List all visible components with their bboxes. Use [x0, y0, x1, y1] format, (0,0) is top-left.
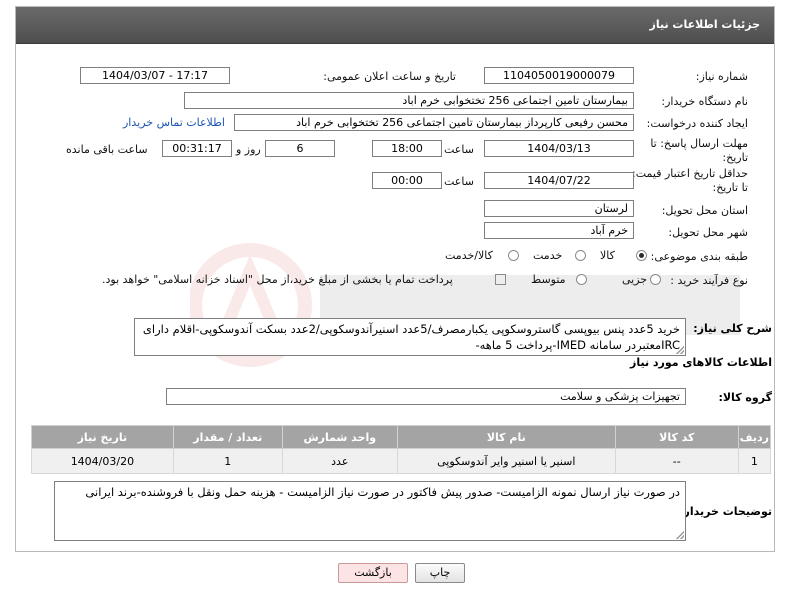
- treasury-payment-note: پرداخت تمام یا بخشی از مبلغ خرید،از محل …: [102, 273, 453, 286]
- items-table: ردیف کد کالا نام کالا واحد شمارش تعداد /…: [31, 425, 772, 474]
- remaining-time-field: 00:31:17: [162, 140, 232, 157]
- cell-qty: 1: [172, 448, 283, 474]
- category-radio-service[interactable]: [575, 250, 586, 261]
- back-button[interactable]: بازگشت: [338, 563, 408, 583]
- cell-row: 1: [737, 448, 772, 474]
- reply-deadline-label: مهلت ارسال پاسخ: تا تاریخ:: [650, 137, 748, 165]
- requester-field: محسن رفیعی کارپرداز بیمارستان تامین اجتم…: [234, 114, 634, 131]
- description-textarea: خرید 5عدد پنس بیوپسی گاستروسکوپی یکبارمص…: [134, 318, 686, 356]
- hours-remaining-label: ساعت باقی مانده: [66, 143, 148, 156]
- buyer-contact-link[interactable]: اطلاعات تماس خریدار: [123, 116, 225, 129]
- validity-hour-label: ساعت: [444, 175, 474, 188]
- cell-date: 1404/03/20: [31, 448, 174, 474]
- category-label: طبقه بندی موضوعی:: [650, 250, 748, 263]
- col-row: ردیف: [737, 425, 772, 449]
- buyer-notes-textarea: در صورت نیاز ارسال نمونه الزامیست- صدور …: [54, 481, 686, 541]
- col-qty: تعداد / مقدار: [172, 425, 283, 449]
- textarea-resize-handle[interactable]: [676, 346, 684, 354]
- description-text: خرید 5عدد پنس بیوپسی گاستروسکوپی یکبارمص…: [142, 322, 680, 352]
- price-validity-label: حداقل تاریخ اعتبار قیمت: تا تاریخ:: [632, 167, 748, 195]
- delivery-province-label: استان محل تحویل:: [661, 204, 748, 217]
- print-button[interactable]: چاپ: [415, 563, 465, 583]
- need-number-label: شماره نیاز:: [695, 70, 748, 83]
- goods-info-title: اطلاعات کالاهای مورد نیاز: [630, 356, 772, 369]
- purchase-type-label: نوع فرآیند خرید :: [670, 274, 748, 287]
- reply-time-field: 18:00: [372, 140, 442, 157]
- category-option-goods: کالا: [600, 249, 615, 262]
- price-validity-label-line2: تا تاریخ:: [712, 181, 748, 194]
- remaining-days-field: 6: [265, 140, 335, 157]
- col-code: کد کالا: [614, 425, 739, 449]
- reply-deadline-label-line1: مهلت ارسال پاسخ: تا: [650, 137, 748, 150]
- announce-datetime-label: تاریخ و ساعت اعلان عمومی:: [323, 70, 456, 83]
- col-name: نام کالا: [396, 425, 616, 449]
- requester-label: ایجاد کننده درخواست:: [646, 117, 748, 130]
- city-field: خرم آباد: [484, 222, 634, 239]
- category-option-goods-service: کالا/خدمت: [445, 249, 493, 262]
- price-validity-label-line1: حداقل تاریخ اعتبار قیمت:: [632, 167, 748, 180]
- panel-header: جزئیات اطلاعات نیاز: [16, 7, 774, 44]
- reply-date-field: 1404/03/13: [484, 140, 634, 157]
- description-label: شرح کلی نیاز:: [693, 322, 772, 335]
- table-row: 1 -- اسنیر یا اسنیر وایر آندوسکوپی عدد 1…: [31, 448, 772, 474]
- treasury-payment-checkbox[interactable]: [495, 274, 506, 285]
- buyer-org-label: نام دستگاه خریدار:: [661, 95, 748, 108]
- buyer-org-field: بیمارستان تامین اجتماعی 256 تختخوابی خرم…: [184, 92, 634, 109]
- validity-time-field: 00:00: [372, 172, 442, 189]
- category-radio-goods-service[interactable]: [508, 250, 519, 261]
- table-header-row: ردیف کد کالا نام کالا واحد شمارش تعداد /…: [31, 425, 772, 449]
- goods-group-label: گروه کالا:: [718, 391, 772, 404]
- purchase-radio-minor[interactable]: [650, 274, 661, 285]
- notes-resize-handle[interactable]: [676, 531, 684, 539]
- validity-date-field: 1404/07/22: [484, 172, 634, 189]
- cell-code: --: [614, 448, 739, 474]
- category-radio-goods[interactable]: [636, 250, 647, 261]
- delivery-city-label: شهر محل تحویل:: [668, 226, 748, 239]
- province-field: لرستان: [484, 200, 634, 217]
- cell-name: اسنیر یا اسنیر وایر آندوسکوپی: [396, 448, 616, 474]
- purchase-radio-medium[interactable]: [576, 274, 587, 285]
- purchase-option-minor: جزیی: [622, 273, 648, 286]
- purchase-option-medium: متوسط: [531, 273, 566, 286]
- days-and-label: روز و: [236, 143, 261, 156]
- cell-unit: عدد: [281, 448, 398, 474]
- category-option-service: خدمت: [533, 249, 563, 262]
- announce-datetime-field: 1404/03/07 - 17:17: [80, 67, 230, 84]
- buyer-notes-label: توضیحات خریدار:: [679, 505, 772, 518]
- goods-group-field: تجهیزات پزشکی و سلامت: [166, 388, 686, 405]
- reply-hour-label: ساعت: [444, 143, 474, 156]
- col-date: تاریخ نیاز: [31, 425, 174, 449]
- need-number-field: 1104050019000079: [484, 67, 634, 84]
- buyer-notes-text: در صورت نیاز ارسال نمونه الزامیست- صدور …: [85, 485, 680, 499]
- col-unit: واحد شمارش: [281, 425, 398, 449]
- reply-deadline-label-line2: تاریخ:: [722, 151, 748, 164]
- panel-title: جزئیات اطلاعات نیاز: [649, 18, 761, 31]
